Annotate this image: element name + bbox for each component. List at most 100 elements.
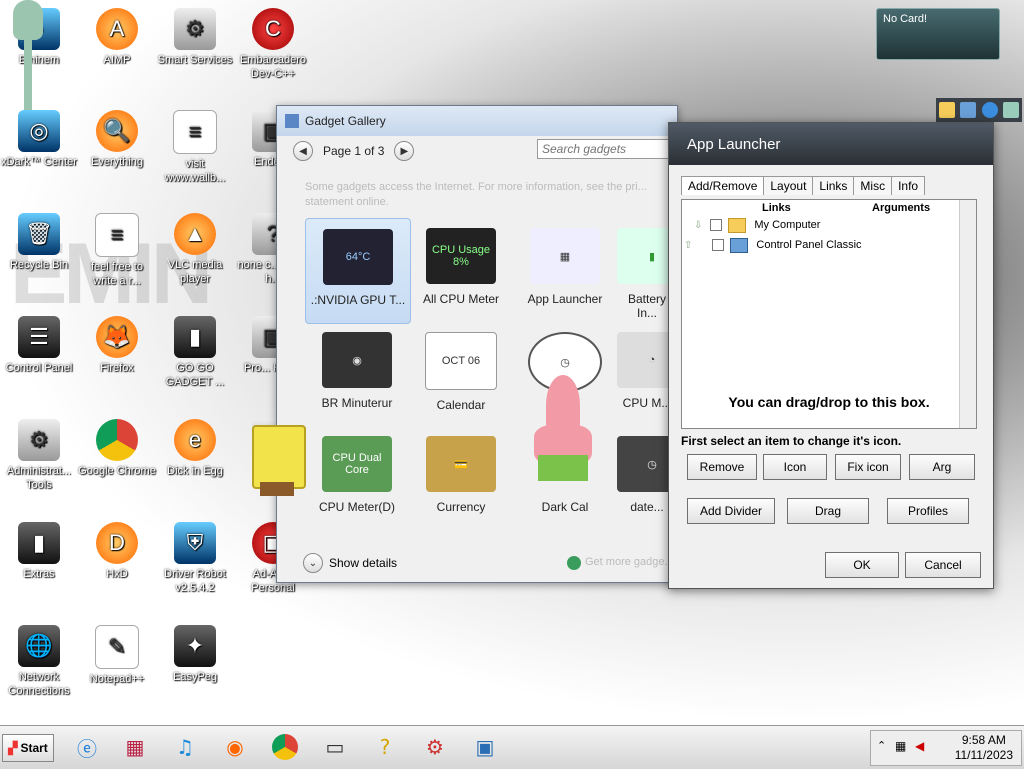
app-icon: D [96,522,138,564]
fix-icon-button[interactable]: Fix icon [835,454,901,480]
desktop-icon-label: xDark™ Center [1,156,77,168]
chevron-down-icon[interactable]: ⌄ [303,553,323,573]
app-icon: ☰ [18,316,60,358]
desktop-icon[interactable]: e Dick in Egg [156,415,234,478]
monitor-icon[interactable]: ▣ [468,730,502,764]
system-tray: ⌃ ▦ ◀ 9:58 AM 11/11/2023 [870,730,1022,766]
gadget-thumbnail: OCT 06 [425,332,497,390]
gadget-icon[interactable]: ⚙ [418,730,452,764]
desktop-icon[interactable]: D HxD [78,518,156,581]
desktop-icon[interactable]: ✦ EasyPeg [156,621,234,684]
links-list[interactable]: Links Arguments ⇩ My Computer ⇧ Control … [681,199,977,429]
window-title: Gadget Gallery [305,114,386,128]
clock[interactable]: 9:58 AM 11/11/2023 [955,733,1013,763]
desktop-icon[interactable]: ⛨ Driver Robot v2.5.4.2 [156,518,234,595]
folder-icon[interactable]: ▭ [318,730,352,764]
ok-button[interactable]: OK [825,552,899,578]
windows-logo-icon: ▞ [8,741,18,755]
arg-button[interactable]: Arg [909,454,975,480]
remove-button[interactable]: Remove [687,454,757,480]
get-more-gadgets-link[interactable]: Get more gadge... [585,556,674,568]
app-launcher-title[interactable]: App Launcher [669,123,993,165]
arguments-column-header: Arguments [872,202,931,214]
help-icon[interactable]: ? [368,730,402,764]
gadget-item[interactable]: 💳 Currency [409,426,513,530]
arrow-down-icon[interactable]: ⇩ [694,220,702,231]
app-launcher-mini-gadget[interactable] [936,98,1022,122]
volume-icon[interactable]: ◀ [915,739,924,753]
desktop-icon[interactable]: 🔍 Everything [78,106,156,169]
tab-info[interactable]: Info [891,176,926,195]
tab-misc[interactable]: Misc [853,176,893,195]
checkbox[interactable] [712,239,725,251]
desktop-icon-label: Smart Services [157,54,233,66]
desktop-icon-label: Recycle Bin [9,259,69,271]
desktop-icon-label: AIMP [103,54,131,66]
arrow-up-icon[interactable]: ⇧ [684,240,692,251]
ie-icon[interactable] [981,102,998,118]
icon-change-note: First select an item to change it's icon… [681,434,902,448]
internet-notice: Some gadgets access the Internet. For mo… [305,181,647,208]
chevron-up-icon[interactable]: ⌃ [877,739,886,752]
monitor-icon[interactable] [960,102,977,118]
desktop-icon-label: Driver Robot v2.5.4.2 [164,568,226,594]
desktop-icon[interactable]: 🦊 Firefox [78,312,156,375]
tab-layout[interactable]: Layout [763,176,814,195]
checkbox[interactable] [710,219,723,231]
chrome-icon[interactable] [268,730,302,764]
desktop-icon[interactable]: Google Chrome [78,415,156,478]
tab-links[interactable]: Links [812,176,855,195]
icon-button[interactable]: Icon [763,454,827,480]
tab-add-remove[interactable]: Add/Remove [681,176,765,195]
desktop-icon-label: Extras [23,568,55,580]
desktop-icon[interactable]: C Embarcadero Dev-C++ [234,4,312,81]
gadget-item[interactable]: OCT 06 Calendar [409,322,513,426]
search-gadgets-input[interactable] [537,139,677,159]
list-item[interactable]: ⇧ Control Panel Classic [682,236,862,254]
recycle-bin-icon[interactable] [1003,102,1020,118]
gadget-item[interactable]: ▦ App Launcher [513,218,617,322]
desktop-icon[interactable]: ⚙ Smart Services [156,4,234,67]
desktop-icon[interactable]: 🌐 Network Connections [0,621,78,698]
desktop-icon[interactable]: ≡ visit www.wallb... [156,106,234,185]
profiles-button[interactable]: Profiles [887,498,969,524]
gadget-gallery-titlebar[interactable]: Gadget Gallery [277,106,677,136]
show-details-link[interactable]: Show details [329,556,397,570]
music-icon[interactable]: ♫ [168,730,202,764]
list-item[interactable]: ⇩ My Computer [694,216,820,234]
folder-icon[interactable] [938,102,955,118]
drag-button[interactable]: Drag [787,498,869,524]
internet-explorer-icon[interactable]: ⓔ [70,730,104,764]
desktop-icon[interactable]: ≡ feel free to write a r... [78,209,156,288]
desktop-icon[interactable]: A AIMP [78,4,156,67]
desktop-icon-label: Google Chrome [78,465,156,477]
link-name: My Computer [754,219,821,231]
desktop-icon-label: Administrat... Tools [6,465,72,491]
desktop-icon[interactable]: 🗑 Recycle Bin [0,209,78,272]
start-button[interactable]: ▞ Start [2,734,54,762]
gadget-item[interactable]: 64°C .:NVIDIA GPU T... [305,218,411,324]
folder-icon [728,217,747,233]
desktop-icon[interactable]: ▮ Extras [0,518,78,581]
app-icon: ▲ [174,213,216,255]
desktop-icon-label: Network Connections [8,671,70,697]
nvidia-gpu-gadget[interactable]: No Card! [876,8,1000,60]
gadget-item[interactable]: CPU Usage 8% All CPU Meter [409,218,513,322]
add-divider-button[interactable]: Add Divider [687,498,775,524]
prev-page-button[interactable]: ◀ [293,141,313,161]
desktop-icon[interactable]: ⚙ Administrat... Tools [0,415,78,492]
desktop-icon[interactable]: ▲ VLC media player [156,209,234,286]
building-icon[interactable]: ▦ [118,730,152,764]
taskbar: ▞ Start ⓔ ▦ ♫ ◉ ▭ ? ⚙ ▣ ⌃ ▦ ◀ 9:58 AM 11… [0,725,1024,769]
gadget-item[interactable]: ◉ BR Minuterur [305,322,409,426]
desktop-icon[interactable]: ▮ GO GO GADGET ... [156,312,234,389]
desktop-icon[interactable]: ☰ Control Panel [0,312,78,375]
network-icon[interactable]: ▦ [895,739,906,753]
next-page-button[interactable]: ▶ [394,141,415,161]
desktop-icon[interactable]: ✎ Notepad++ [78,621,156,686]
desktop-icon-label: Notepad++ [89,673,145,685]
app-icon [96,419,138,461]
firefox-icon[interactable]: ◉ [218,730,252,764]
cancel-button[interactable]: Cancel [905,552,981,578]
page-indicator: Page 1 of 3 [323,144,385,158]
